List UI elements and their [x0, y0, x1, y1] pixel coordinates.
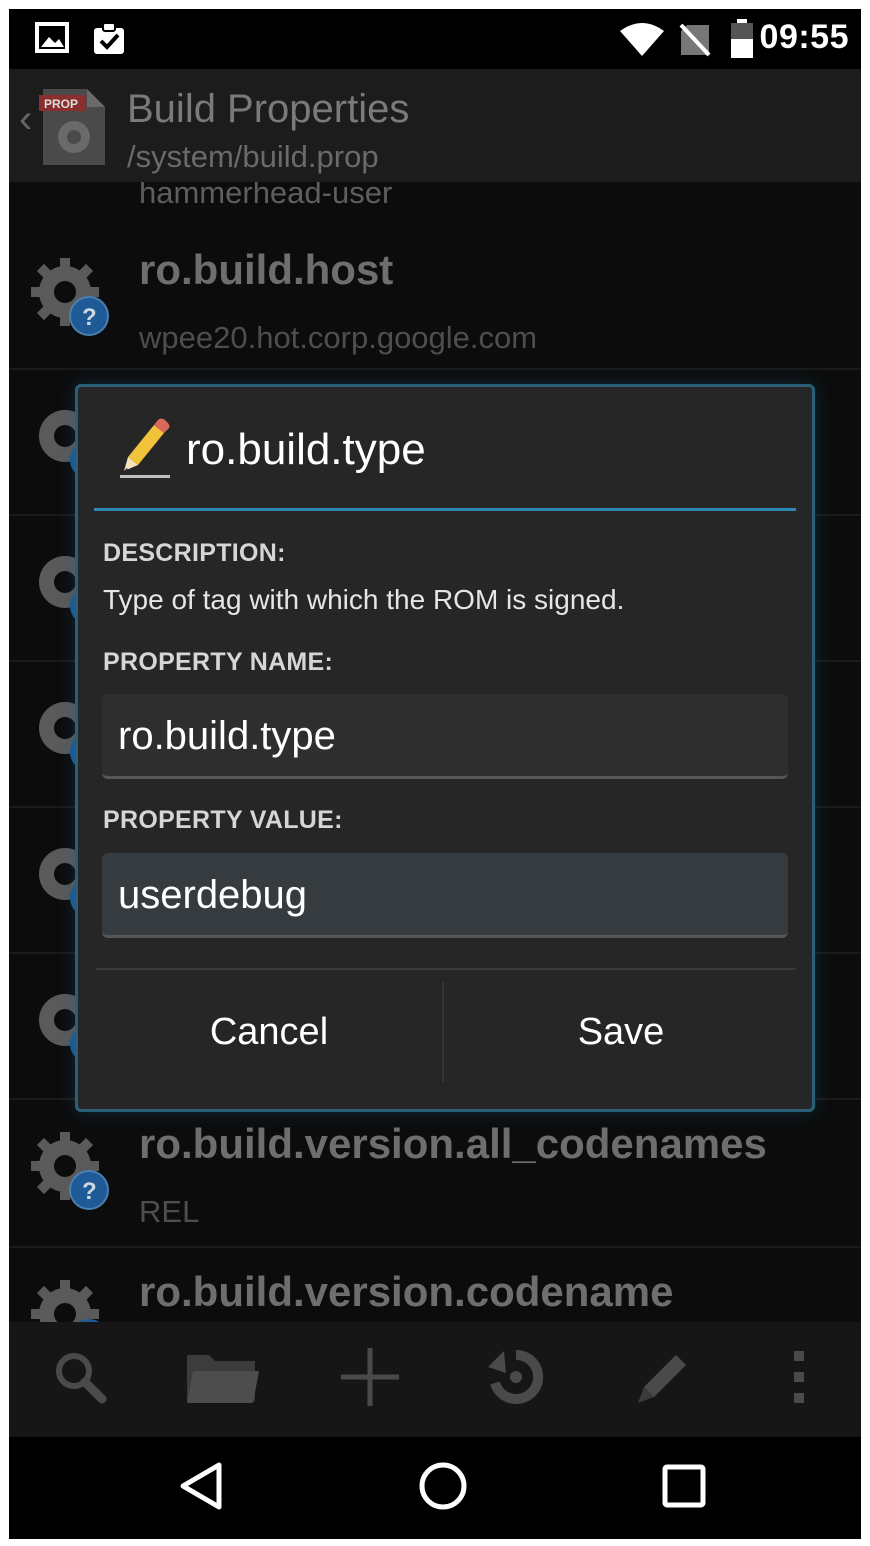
restore-button[interactable]	[445, 1322, 587, 1437]
overflow-menu-icon	[791, 1349, 807, 1410]
phone-screen: 09:55 ‹ PROP Build Properties /system/bu…	[9, 9, 861, 1539]
list-item[interactable]: ro.build.version.codename	[9, 1246, 861, 1322]
edit-icon	[630, 1345, 694, 1414]
up-chevron-icon[interactable]: ‹	[19, 97, 32, 142]
description-label: DESCRIPTION:	[103, 539, 286, 567]
back-button[interactable]	[142, 1455, 262, 1521]
clipboard-check-notification-icon	[91, 21, 127, 62]
property-name: ro.build.host	[139, 246, 394, 293]
action-bar: ‹ PROP Build Properties /system/build.pr…	[9, 69, 861, 182]
title-divider	[94, 508, 796, 511]
list-item[interactable]: ? ro.build.host wpee20.hot.corp.google.c…	[9, 224, 861, 370]
property-value-label: PROPERTY VALUE:	[103, 806, 343, 834]
gear-help-icon: ?	[27, 252, 117, 347]
edit-property-dialog: ro.build.type DESCRIPTION: Type of tag w…	[75, 384, 815, 1112]
back-icon	[179, 1461, 225, 1516]
svg-text:?: ?	[82, 1178, 97, 1205]
property-name: ro.build.version.codename	[139, 1268, 674, 1315]
property-name-input-value: ro.build.type	[118, 714, 336, 758]
property-value: wpee20.hot.corp.google.com	[139, 320, 538, 355]
edit-button[interactable]	[591, 1322, 733, 1437]
svg-text:?: ?	[82, 304, 97, 331]
pencil-icon	[118, 415, 174, 486]
search-button[interactable]	[9, 1322, 151, 1437]
recents-button[interactable]	[624, 1455, 744, 1521]
gear-help-icon: ?	[27, 1126, 117, 1221]
home-icon	[418, 1461, 468, 1516]
wifi-icon	[619, 23, 665, 62]
open-folder-button[interactable]	[151, 1322, 293, 1437]
clock: 09:55	[759, 18, 849, 56]
button-bar-divider	[96, 968, 796, 970]
property-value-field[interactable]: userdebug	[102, 853, 788, 938]
add-icon	[339, 1346, 401, 1413]
search-icon	[50, 1347, 110, 1412]
home-button[interactable]	[383, 1455, 503, 1521]
gallery-notification-icon	[35, 21, 69, 60]
no-signal-icon	[679, 23, 711, 62]
save-button[interactable]: Save	[446, 972, 796, 1092]
property-value-input-value: userdebug	[118, 873, 308, 917]
add-property-button[interactable]	[299, 1322, 441, 1437]
restore-icon	[486, 1347, 546, 1412]
property-name-field[interactable]: ro.build.type	[102, 694, 788, 779]
list-item[interactable]: ? ro.build.version.all_codenames REL	[9, 1098, 861, 1248]
property-value: hammerhead-user	[139, 182, 393, 210]
button-divider	[442, 982, 444, 1082]
status-bar: 09:55	[9, 9, 861, 69]
gear-help-icon	[27, 1274, 117, 1322]
screen-title: Build Properties	[127, 87, 410, 131]
overflow-menu-button[interactable]	[737, 1322, 861, 1437]
description-text: Type of tag with which the ROM is signed…	[103, 584, 625, 615]
battery-icon	[729, 19, 755, 64]
navigation-bar	[9, 1437, 861, 1539]
cancel-button[interactable]: Cancel	[94, 972, 444, 1092]
recents-icon	[662, 1464, 706, 1513]
property-name-label: PROPERTY NAME:	[103, 648, 334, 676]
property-name: ro.build.version.all_codenames	[139, 1120, 767, 1167]
file-path: /system/build.prop	[127, 139, 379, 174]
bottom-toolbar	[9, 1322, 861, 1437]
dialog-title: ro.build.type	[186, 425, 426, 474]
property-value: REL	[139, 1194, 200, 1229]
app-icon[interactable]: PROP	[39, 85, 107, 172]
app-icon-label: PROP	[44, 97, 78, 111]
folder-icon	[185, 1349, 259, 1410]
